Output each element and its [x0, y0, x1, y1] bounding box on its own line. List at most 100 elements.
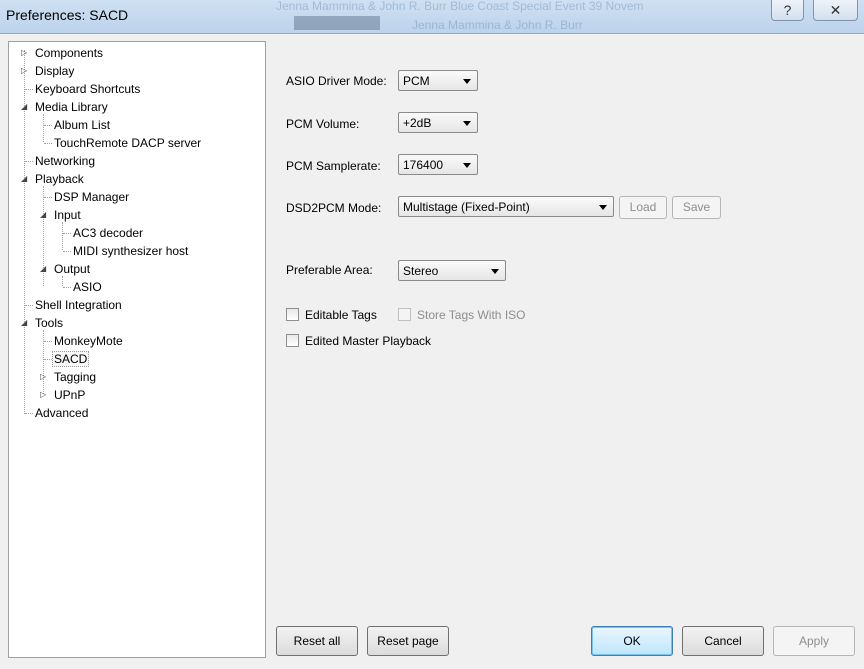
tree-item-label: Tagging: [54, 370, 97, 384]
tree-item-components[interactable]: Components: [33, 44, 105, 62]
background-text-row: Jenna Mammina & John R. Burr Blue Coast …: [276, 0, 644, 13]
dropdown-arrow-icon: [463, 79, 471, 84]
preferable-area-value: Stereo: [403, 264, 439, 278]
tree-connector: [44, 125, 52, 126]
save-button[interactable]: Save: [672, 196, 721, 219]
pcm-samplerate-label: PCM Samplerate:: [286, 159, 381, 173]
tree-connector: [63, 287, 71, 288]
tree-connector: [25, 89, 33, 90]
tree-connector: [44, 341, 52, 342]
tree-connector: [62, 222, 63, 250]
tree-item-tagging[interactable]: Tagging: [52, 368, 98, 386]
tree-item-keyboard-shortcuts[interactable]: Keyboard Shortcuts: [33, 80, 142, 98]
tree-item-display[interactable]: Display: [33, 62, 76, 80]
tree-item-media-library[interactable]: Media Library: [33, 98, 110, 116]
tree-connector: [63, 251, 71, 252]
tree-item-playback[interactable]: Playback: [33, 170, 86, 188]
preferable-area-select[interactable]: Stereo: [398, 260, 506, 281]
apply-button[interactable]: Apply: [773, 626, 855, 656]
expand-arrow-icon[interactable]: ▷: [40, 390, 48, 399]
tree-item-asio[interactable]: ASIO: [71, 278, 104, 296]
tree-item-label: Album List: [54, 118, 111, 132]
tree-item-label: ASIO: [73, 280, 102, 294]
tree-item-label: Playback: [35, 172, 84, 186]
tree-item-touchremote[interactable]: TouchRemote DACP server: [52, 134, 203, 152]
tree-item-networking[interactable]: Networking: [33, 152, 97, 170]
tree-connector: [44, 359, 52, 360]
asio-driver-mode-select[interactable]: PCM: [398, 70, 478, 91]
tree-item-shell-integration[interactable]: Shell Integration: [33, 296, 124, 314]
tree-item-label: Display: [35, 64, 75, 78]
tree-connector: [43, 330, 44, 394]
tree-item-advanced[interactable]: Advanced: [33, 404, 90, 422]
asio-driver-mode-label: ASIO Driver Mode:: [286, 74, 387, 88]
tree-item-tools[interactable]: Tools: [33, 314, 65, 332]
pcm-volume-value: +2dB: [403, 116, 432, 130]
tree-item-midi-synthesizer-host[interactable]: MIDI synthesizer host: [71, 242, 190, 260]
tree-item-album-list[interactable]: Album List: [52, 116, 112, 134]
tree-item-label: MIDI synthesizer host: [73, 244, 189, 258]
pcm-volume-select[interactable]: +2dB: [398, 112, 478, 133]
tree-connector: [63, 233, 71, 234]
asio-driver-mode-value: PCM: [403, 74, 430, 88]
dsd2pcm-mode-select[interactable]: Multistage (Fixed-Point): [398, 196, 614, 217]
tree-connector: [44, 197, 52, 198]
tree-item-label: Components: [35, 46, 104, 60]
close-icon: ✕: [829, 2, 842, 18]
expand-arrow-icon[interactable]: ▷: [21, 66, 29, 75]
tree-connector: [43, 114, 44, 142]
editable-tags-label: Editable Tags: [305, 308, 377, 322]
tree-item-label: UPnP: [54, 388, 86, 402]
dsd2pcm-mode-label: DSD2PCM Mode:: [286, 201, 382, 215]
tree-connector: [25, 161, 33, 162]
store-tags-with-iso-label: Store Tags With ISO: [417, 308, 526, 322]
dsd2pcm-mode-value: Multistage (Fixed-Point): [403, 200, 530, 214]
collapse-arrow-icon[interactable]: ◢: [40, 264, 48, 273]
pcm-samplerate-select[interactable]: 176400: [398, 154, 478, 175]
edited-master-playback-label: Edited Master Playback: [305, 334, 432, 348]
tree-item-label: TouchRemote DACP server: [54, 136, 202, 150]
tree-item-label: Keyboard Shortcuts: [35, 82, 141, 96]
collapse-arrow-icon[interactable]: ◢: [21, 318, 29, 327]
tree-item-input[interactable]: Input: [52, 206, 83, 224]
tree-item-label: DSP Manager: [54, 190, 130, 204]
tree-item-label: SACD: [52, 351, 90, 367]
window-title: Preferences: SACD: [6, 7, 129, 23]
tree-item-monkeymote[interactable]: MonkeyMote: [52, 332, 125, 350]
tree-item-label: Input: [54, 208, 81, 222]
help-icon: ?: [783, 2, 792, 18]
tree-item-sacd[interactable]: SACD: [52, 350, 90, 368]
tree-item-upnp[interactable]: UPnP: [52, 386, 87, 404]
expand-arrow-icon[interactable]: ▷: [40, 372, 48, 381]
collapse-arrow-icon[interactable]: ◢: [21, 174, 29, 183]
pcm-samplerate-value: 176400: [403, 158, 444, 172]
help-button[interactable]: ?: [771, 0, 804, 21]
tree-item-label: Tools: [35, 316, 64, 330]
tree-item-label: Networking: [35, 154, 96, 168]
preferences-tree[interactable]: ▷ ▷ ◢ ◢ ◢ ◢ ◢ ▷ ▷ Components Display Key…: [8, 41, 266, 658]
preferable-area-label: Preferable Area:: [286, 263, 373, 277]
cancel-button[interactable]: Cancel: [682, 626, 764, 656]
collapse-arrow-icon[interactable]: ◢: [21, 102, 29, 111]
close-button[interactable]: ✕: [813, 0, 858, 21]
tree-connector: [44, 143, 52, 144]
dropdown-arrow-icon: [463, 121, 471, 126]
reset-page-button[interactable]: Reset page: [367, 626, 449, 656]
tree-item-label: MonkeyMote: [54, 334, 123, 348]
editable-tags-checkbox[interactable]: [286, 308, 299, 321]
tree-item-dsp-manager[interactable]: DSP Manager: [52, 188, 131, 206]
reset-all-button[interactable]: Reset all: [276, 626, 358, 656]
tree-item-label: Shell Integration: [35, 298, 122, 312]
store-tags-with-iso-checkbox[interactable]: [398, 308, 411, 321]
edited-master-playback-checkbox[interactable]: [286, 334, 299, 347]
tree-connector: [25, 305, 33, 306]
dropdown-arrow-icon: [491, 269, 499, 274]
expand-arrow-icon[interactable]: ▷: [21, 48, 29, 57]
tree-item-label: AC3 decoder: [73, 226, 144, 240]
background-text-row: Jenna Mammina & John R. Burr: [412, 18, 583, 32]
load-button[interactable]: Load: [619, 196, 667, 219]
tree-item-output[interactable]: Output: [52, 260, 92, 278]
ok-button[interactable]: OK: [591, 626, 673, 656]
tree-item-ac3-decoder[interactable]: AC3 decoder: [71, 224, 145, 242]
collapse-arrow-icon[interactable]: ◢: [40, 210, 48, 219]
